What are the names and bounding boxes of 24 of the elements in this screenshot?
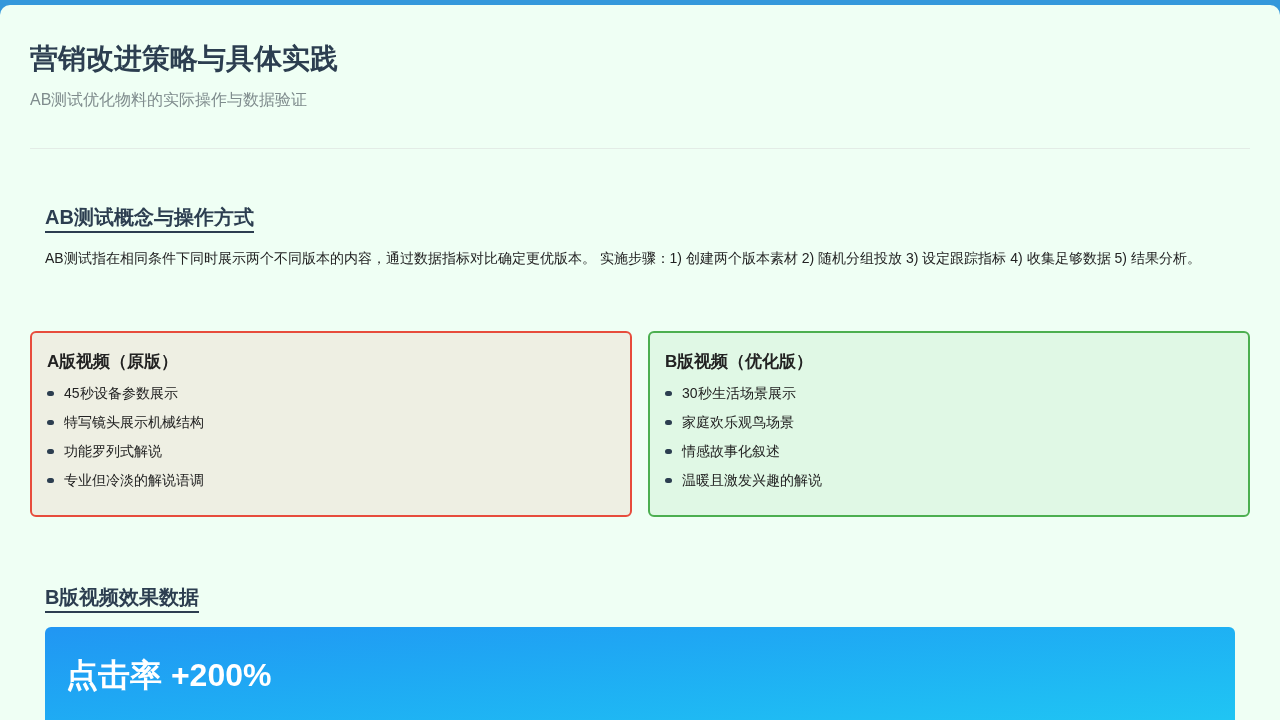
bullet-icon [47,449,54,454]
section-heading: B版视频效果数据 [45,583,200,613]
bullet-icon [665,420,672,425]
page-title: 营销改进策略与具体实践 [30,42,339,76]
bullet-icon [665,449,672,454]
bullet-icon [47,420,54,425]
list-item: 特写镜头展示机械结构 [64,413,204,432]
bullet-icon [665,478,672,483]
page-subtitle: AB测试优化物料的实际操作与数据验证 [30,90,309,110]
list-item: 温暖且激发兴趣的解说 [682,471,822,490]
bullet-icon [665,391,672,396]
list-item: 家庭欢乐观鸟场景 [682,413,794,432]
metric-value: 点击率 +200% [66,657,272,693]
list-item: 情感故事化叙述 [682,442,780,461]
concept-paragraph: AB测试指在相同条件下同时展示两个不同版本的内容，通过数据指标对比确定更优版本。 实施步骤：1) 创建两个版本素材 2) 随机分组投放 3) 设定跟踪指标 4) 收集足够数据 5) 结果分析。 [45,249,1202,268]
bullet-icon [47,391,54,396]
list-item: 30秒生活场景展示 [682,384,796,403]
card-title: A版视频（原版） [47,351,180,373]
card-title: B版视频（优化版） [665,351,815,373]
list-item: 功能罗列式解说 [64,442,162,461]
list-item: 专业但冷淡的解说语调 [64,471,204,490]
section-heading: AB测试概念与操作方式 [45,203,254,233]
bullet-icon [47,478,54,483]
list-item: 45秒设备参数展示 [64,384,178,403]
